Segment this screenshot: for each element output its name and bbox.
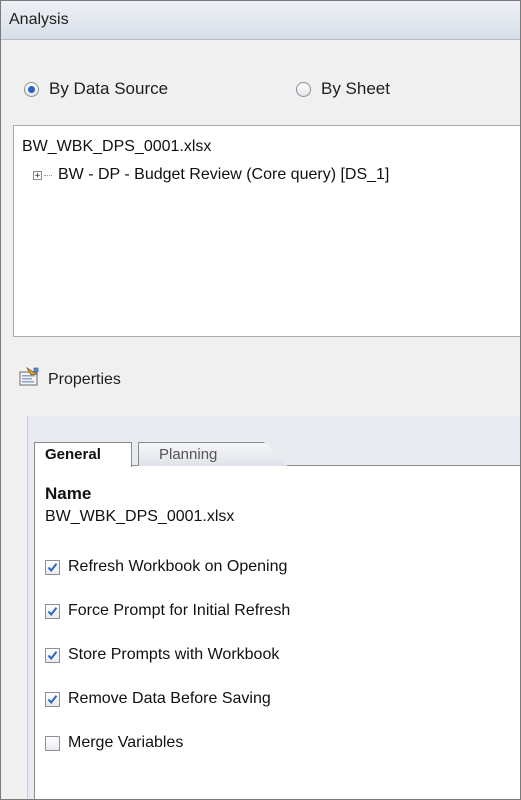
checkbox-checked[interactable]	[45, 559, 60, 575]
checkbox-unchecked[interactable]	[45, 735, 60, 751]
radio-by-data-source[interactable]: By Data Source	[24, 79, 168, 99]
tab-planning[interactable]: Planning	[138, 442, 288, 466]
tab-general[interactable]: General	[34, 442, 132, 467]
checkbox-checked[interactable]	[45, 603, 60, 619]
option-label: Force Prompt for Initial Refresh	[68, 602, 291, 619]
option-label: Remove Data Before Saving	[68, 690, 271, 707]
option-label: Store Prompts with Workbook	[68, 646, 280, 663]
properties-icon	[18, 366, 40, 392]
panel-header: Analysis	[1, 1, 520, 40]
checkbox-checked[interactable]	[45, 647, 60, 663]
tree-node-data-source[interactable]: + BW - DP - Budget Review (Core query) […	[33, 166, 389, 184]
tree-root-workbook[interactable]: BW_WBK_DPS_0001.xlsx	[22, 138, 211, 156]
option-merge-variables[interactable]: Merge Variables	[45, 734, 183, 752]
name-value: BW_WBK_DPS_0001.xlsx	[45, 508, 235, 525]
properties-header: Properties	[18, 366, 121, 392]
panel-title: Analysis	[9, 11, 69, 28]
checkbox-checked[interactable]	[45, 691, 60, 707]
properties-panel: General Planning Name BW_WBK_DPS_0001.xl…	[27, 416, 520, 799]
radio-button-selected[interactable]	[24, 81, 39, 97]
expand-icon[interactable]: +	[33, 170, 42, 180]
radio-button[interactable]	[296, 81, 311, 97]
tree-connector	[44, 174, 52, 176]
analysis-panel: Analysis By Data Source By Sheet BW_WBK_…	[0, 0, 521, 800]
general-tab-content: Name BW_WBK_DPS_0001.xlsx Refresh Workbo…	[34, 465, 520, 799]
data-source-tree[interactable]: BW_WBK_DPS_0001.xlsx + BW - DP - Budget …	[13, 125, 520, 337]
option-remove-data[interactable]: Remove Data Before Saving	[45, 690, 271, 708]
option-label: Merge Variables	[68, 734, 184, 751]
properties-title: Properties	[48, 370, 121, 388]
option-label: Refresh Workbook on Opening	[68, 558, 288, 575]
tree-node-label[interactable]: BW - DP - Budget Review (Core query) [DS…	[58, 166, 389, 184]
option-refresh-on-opening[interactable]: Refresh Workbook on Opening	[45, 558, 287, 576]
radio-label-by-data-source: By Data Source	[49, 79, 169, 98]
option-store-prompts[interactable]: Store Prompts with Workbook	[45, 646, 279, 664]
radio-by-sheet[interactable]: By Sheet	[296, 79, 390, 99]
option-force-prompt[interactable]: Force Prompt for Initial Refresh	[45, 602, 290, 620]
radio-label-by-sheet: By Sheet	[321, 79, 390, 98]
name-label: Name	[45, 484, 92, 503]
